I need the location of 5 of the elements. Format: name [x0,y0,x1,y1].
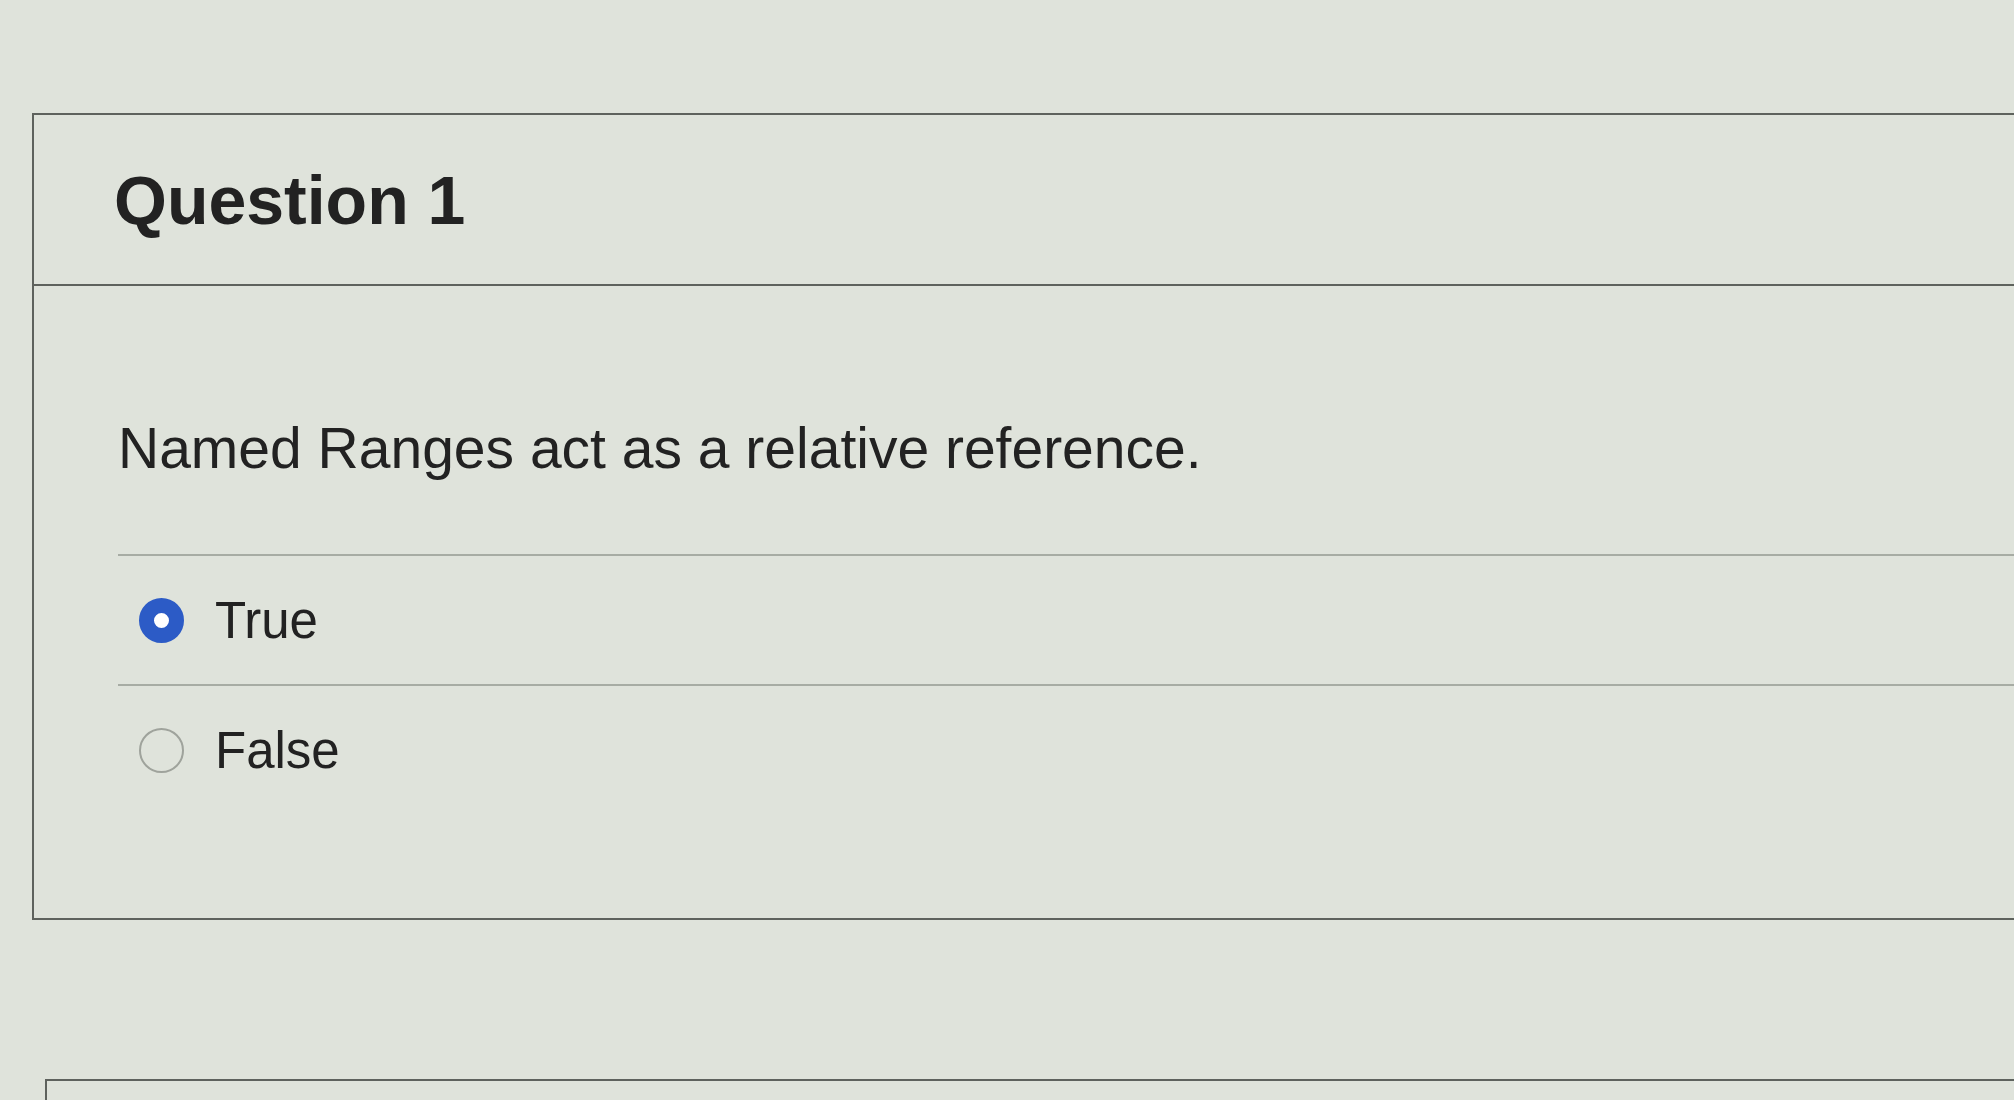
answer-option[interactable]: False [139,724,340,776]
radio-button[interactable] [139,727,184,773]
radio-button[interactable] [139,597,184,643]
question-text: Named Ranges act as a relative reference. [118,415,1203,482]
answer-option[interactable]: True [139,594,318,646]
